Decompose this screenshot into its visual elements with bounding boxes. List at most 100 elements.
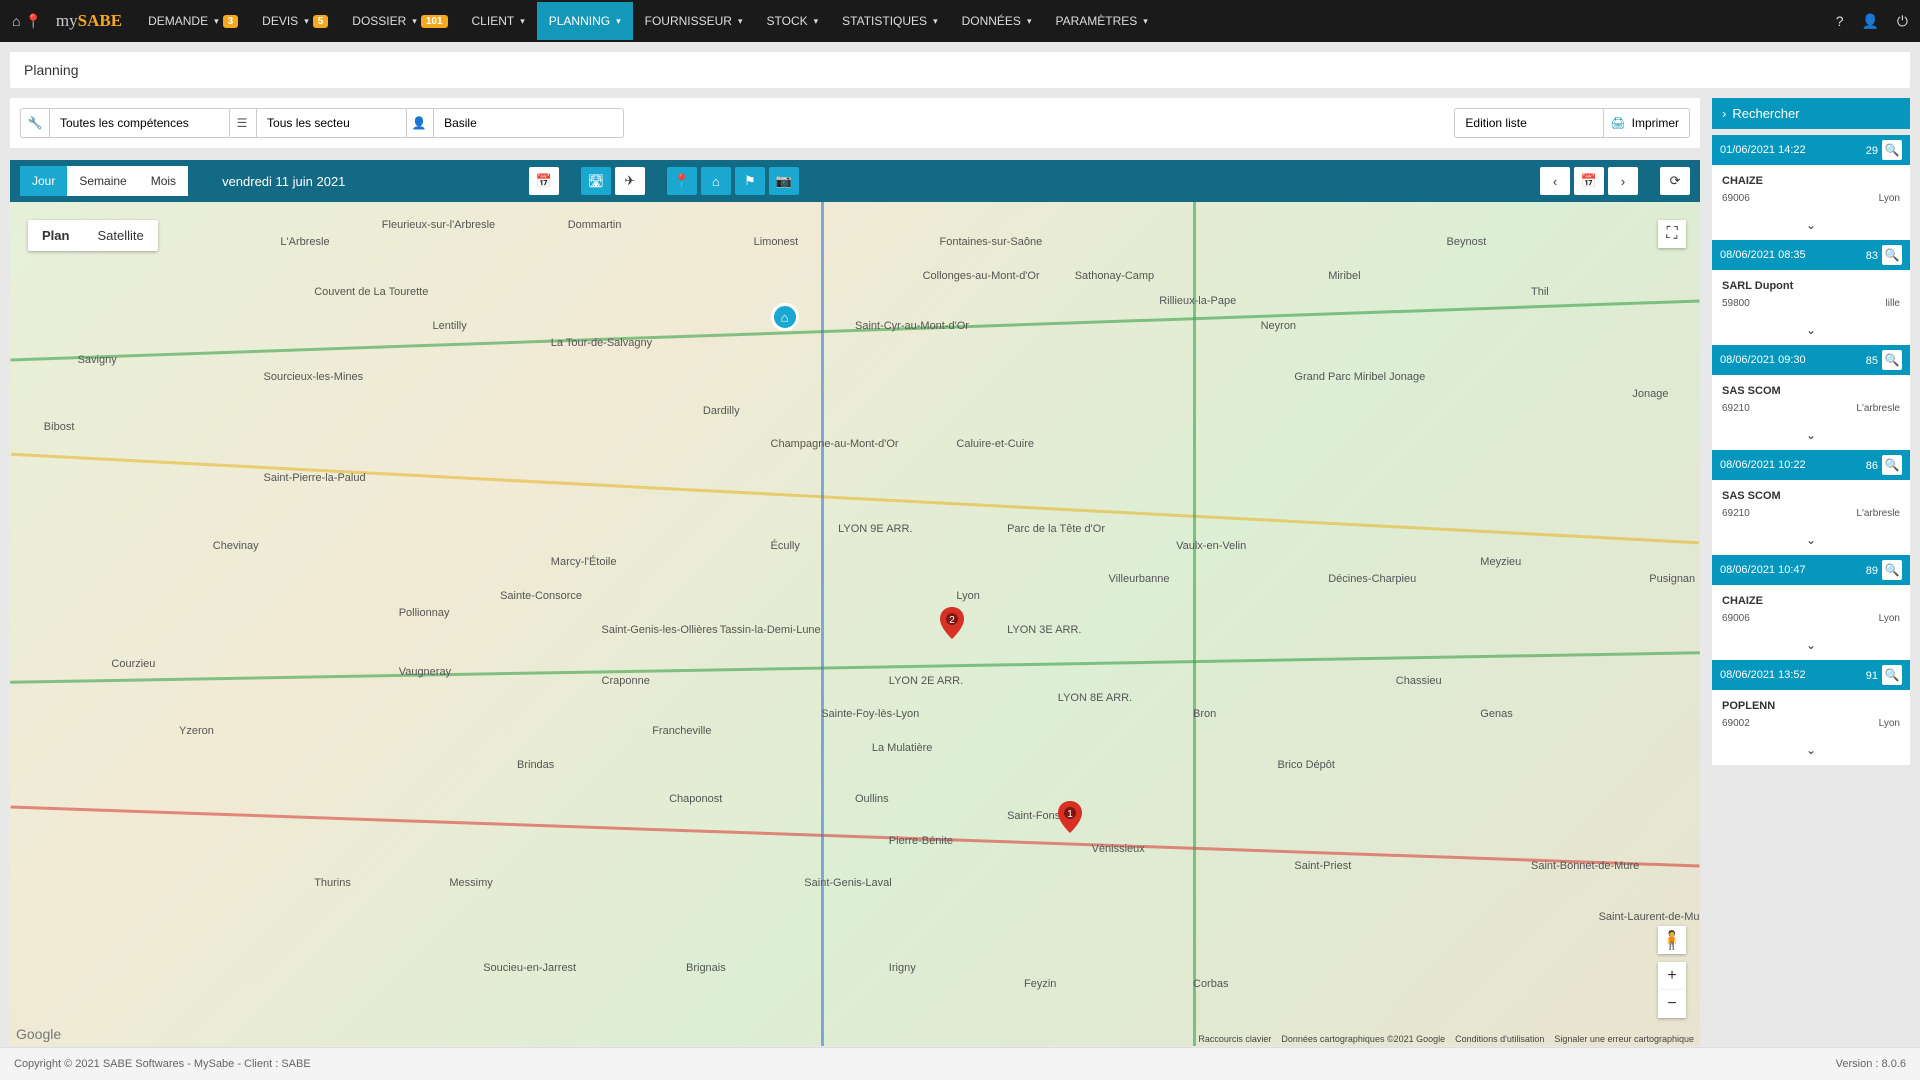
- map-label: Miribel: [1328, 270, 1360, 282]
- map-label: Pusignan: [1649, 573, 1695, 585]
- map-type-plan[interactable]: Plan: [28, 220, 83, 251]
- topbar: ⌂ 📍 mySABE DEMANDE▾3DEVIS▾5DOSSIER▾101CL…: [0, 0, 1920, 42]
- map-label: Brignais: [686, 962, 726, 974]
- map-label: Saint-Cyr-au-Mont-d'Or: [855, 320, 969, 332]
- flag-icon[interactable]: ⚑: [735, 167, 765, 195]
- nav-fournisseur[interactable]: FOURNISSEUR▾: [633, 2, 755, 40]
- home-icon[interactable]: ⌂: [12, 13, 20, 29]
- map-label: Fleurieux-sur-l'Arbresle: [382, 219, 495, 231]
- zoom-in-button[interactable]: +: [1658, 962, 1686, 990]
- map-label: Thil: [1531, 286, 1549, 298]
- nav-planning[interactable]: PLANNING▾: [537, 2, 633, 40]
- nav-demande[interactable]: DEMANDE▾3: [136, 2, 250, 40]
- view-month-button[interactable]: Mois: [139, 166, 188, 196]
- right-sidebar: › Rechercher 01/06/2021 14:2229🔍CHAIZE69…: [1712, 98, 1910, 1046]
- map-label: Marcy-l'Étoile: [551, 556, 617, 568]
- map-label: Beynost: [1447, 236, 1487, 248]
- nav-statistiques[interactable]: STATISTIQUES▾: [830, 2, 949, 40]
- camera-icon[interactable]: 📷: [769, 167, 799, 195]
- google-logo: Google: [16, 1026, 61, 1042]
- list-icon: ☰: [227, 108, 257, 138]
- map-type-satellite[interactable]: Satellite: [83, 220, 157, 251]
- map-label: Pierre-Bénite: [889, 835, 953, 847]
- card-header: 08/06/2021 10:4789🔍: [1712, 555, 1910, 585]
- search-icon[interactable]: 🔍: [1882, 350, 1902, 370]
- view-day-button[interactable]: Jour: [20, 166, 67, 196]
- view-week-button[interactable]: Semaine: [67, 166, 138, 196]
- search-header[interactable]: › Rechercher: [1712, 98, 1910, 129]
- map-label: Bibost: [44, 421, 75, 433]
- expand-icon[interactable]: ⌄: [1712, 214, 1910, 240]
- search-icon[interactable]: 🔍: [1882, 245, 1902, 265]
- map-label: Dardilly: [703, 405, 740, 417]
- map-label: Corbas: [1193, 978, 1228, 990]
- map-label: Saint-Priest: [1294, 860, 1351, 872]
- edition-select[interactable]: Edition liste: [1454, 108, 1604, 138]
- svg-text:2: 2: [949, 615, 955, 626]
- plane-icon[interactable]: ✈: [615, 167, 645, 195]
- search-icon[interactable]: 🔍: [1882, 455, 1902, 475]
- calendar-icon[interactable]: 📅: [529, 167, 559, 195]
- today-icon[interactable]: 📅: [1574, 167, 1604, 195]
- next-icon[interactable]: ›: [1608, 167, 1638, 195]
- user-select[interactable]: Basile: [434, 108, 624, 138]
- road-icon[interactable]: 🛣: [581, 167, 611, 195]
- fullscreen-icon[interactable]: ⛶: [1658, 220, 1686, 248]
- map-label: L'Arbresle: [280, 236, 329, 248]
- card-client: CHAIZE: [1722, 175, 1900, 187]
- pegman-icon[interactable]: 🧍: [1658, 926, 1686, 954]
- competence-select[interactable]: Toutes les compétences: [50, 108, 230, 138]
- refresh-icon[interactable]: ⟳: [1660, 167, 1690, 195]
- nav-client[interactable]: CLIENT▾: [460, 2, 537, 40]
- prev-icon[interactable]: ‹: [1540, 167, 1570, 195]
- chevron-right-icon: ›: [1722, 106, 1726, 121]
- sector-select[interactable]: Tous les secteu: [257, 108, 407, 138]
- map-label: LYON 3E ARR.: [1007, 624, 1081, 636]
- search-icon[interactable]: 🔍: [1882, 140, 1902, 160]
- map-label: La Mulatière: [872, 742, 933, 754]
- map-label: Messimy: [449, 877, 492, 889]
- map-label: Francheville: [652, 725, 711, 737]
- nav-dossier[interactable]: DOSSIER▾101: [340, 2, 459, 40]
- map-label: Chassieu: [1396, 675, 1442, 687]
- zoom-out-button[interactable]: −: [1658, 990, 1686, 1018]
- map-label: Chevinay: [213, 540, 259, 552]
- map-label: Saint-Pierre-la-Palud: [264, 472, 366, 484]
- help-icon[interactable]: ?: [1836, 13, 1844, 30]
- home-pin[interactable]: ⌂: [771, 303, 799, 331]
- home-toolbar-icon[interactable]: ⌂: [701, 167, 731, 195]
- pin-icon[interactable]: 📍: [667, 167, 697, 195]
- power-icon[interactable]: ⏻: [1897, 13, 1908, 30]
- expand-icon[interactable]: ⌄: [1712, 739, 1910, 765]
- expand-icon[interactable]: ⌄: [1712, 319, 1910, 345]
- map-label: LYON 8E ARR.: [1058, 692, 1132, 704]
- user-icon[interactable]: 👤: [1861, 13, 1878, 30]
- map-label: LYON 9E ARR.: [838, 523, 912, 535]
- location-icon[interactable]: 📍: [24, 13, 41, 30]
- expand-icon[interactable]: ⌄: [1712, 529, 1910, 555]
- print-button[interactable]: 🖨Imprimer: [1599, 108, 1690, 138]
- expand-icon[interactable]: ⌄: [1712, 424, 1910, 450]
- expand-icon[interactable]: ⌄: [1712, 634, 1910, 660]
- map-label: Écully: [771, 540, 800, 552]
- map-label: Collonges-au-Mont-d'Or: [923, 270, 1040, 282]
- map-label: Champagne-au-Mont-d'Or: [771, 438, 899, 450]
- map-label: Vaulx-en-Velin: [1176, 540, 1246, 552]
- map-pin-1[interactable]: 1: [1058, 801, 1082, 833]
- map-container[interactable]: L'ArbresleFleurieux-sur-l'ArbresleDommar…: [10, 202, 1700, 1046]
- map-label: Grand Parc Miribel Jonage: [1294, 371, 1425, 383]
- search-icon[interactable]: 🔍: [1882, 665, 1902, 685]
- result-card: 08/06/2021 08:3583🔍SARL Dupont59800lille…: [1712, 240, 1910, 345]
- search-icon[interactable]: 🔍: [1882, 560, 1902, 580]
- map-pin-2[interactable]: 2: [940, 607, 964, 639]
- nav-paramètres[interactable]: PARAMÈTRES▾: [1043, 2, 1159, 40]
- nav-devis[interactable]: DEVIS▾5: [250, 2, 340, 40]
- map-label: Sainte-Consorce: [500, 590, 582, 602]
- map-label: Irigny: [889, 962, 916, 974]
- nav-données[interactable]: DONNÉES▾: [950, 2, 1044, 40]
- person-icon: 👤: [404, 108, 434, 138]
- result-card: 08/06/2021 13:5291🔍POPLENN69002Lyon⌄: [1712, 660, 1910, 765]
- nav-stock[interactable]: STOCK▾: [755, 2, 831, 40]
- map-label: Vaugneray: [399, 666, 451, 678]
- map-label: Parc de la Tête d'Or: [1007, 523, 1105, 535]
